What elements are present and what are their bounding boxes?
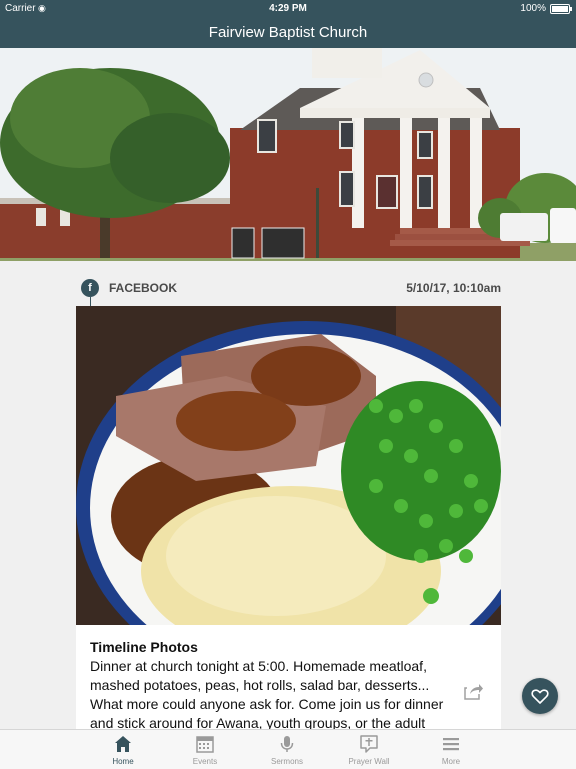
facebook-icon: f [81, 279, 99, 297]
post-source: FACEBOOK [109, 281, 178, 295]
tab-events[interactable]: Events [164, 730, 246, 769]
church-building-illustration [0, 48, 576, 261]
tab-sermons[interactable]: Sermons [246, 730, 328, 769]
tab-bar: Home Events Sermons Prayer Wall More [0, 729, 576, 769]
tab-sermons-label: Sermons [270, 757, 303, 766]
battery-percent: 100% [520, 3, 546, 14]
status-time: 4:29 PM [269, 3, 307, 14]
share-icon[interactable] [464, 682, 484, 700]
tab-more-label: More [441, 757, 461, 766]
tab-more[interactable]: More [410, 730, 492, 769]
post-date: 5/10/17, 10:10am [406, 281, 501, 295]
tab-prayer-wall-label: Prayer Wall [348, 757, 390, 766]
favorite-button[interactable] [522, 678, 558, 714]
post-card[interactable]: Timeline Photos Dinner at church tonight… [76, 306, 501, 736]
heart-icon [531, 689, 549, 704]
post-header: f FACEBOOK 5/10/17, 10:10am [76, 276, 501, 307]
tab-events-label: Events [192, 757, 218, 766]
status-bar: Carrier ◉ 4:29 PM 100% [0, 0, 576, 18]
menu-icon [443, 738, 459, 751]
church-hero-image [0, 48, 576, 261]
battery-icon [550, 4, 572, 14]
microphone-icon [280, 736, 294, 752]
post-body: Dinner at church tonight at 5:00. Homema… [90, 658, 444, 736]
calendar-icon [196, 736, 214, 753]
tab-home[interactable]: Home [82, 730, 164, 769]
tab-home-label: Home [112, 757, 134, 766]
home-icon [115, 736, 131, 752]
page-title: Fairview Baptist Church [208, 24, 368, 41]
nav-bar: Fairview Baptist Church [0, 18, 576, 48]
tab-prayer-wall[interactable]: Prayer Wall [328, 730, 410, 769]
meal-plate-illustration [76, 306, 501, 625]
post-photo[interactable] [76, 306, 501, 625]
post-title: Timeline Photos [90, 639, 198, 655]
prayer-wall-icon [360, 735, 378, 753]
